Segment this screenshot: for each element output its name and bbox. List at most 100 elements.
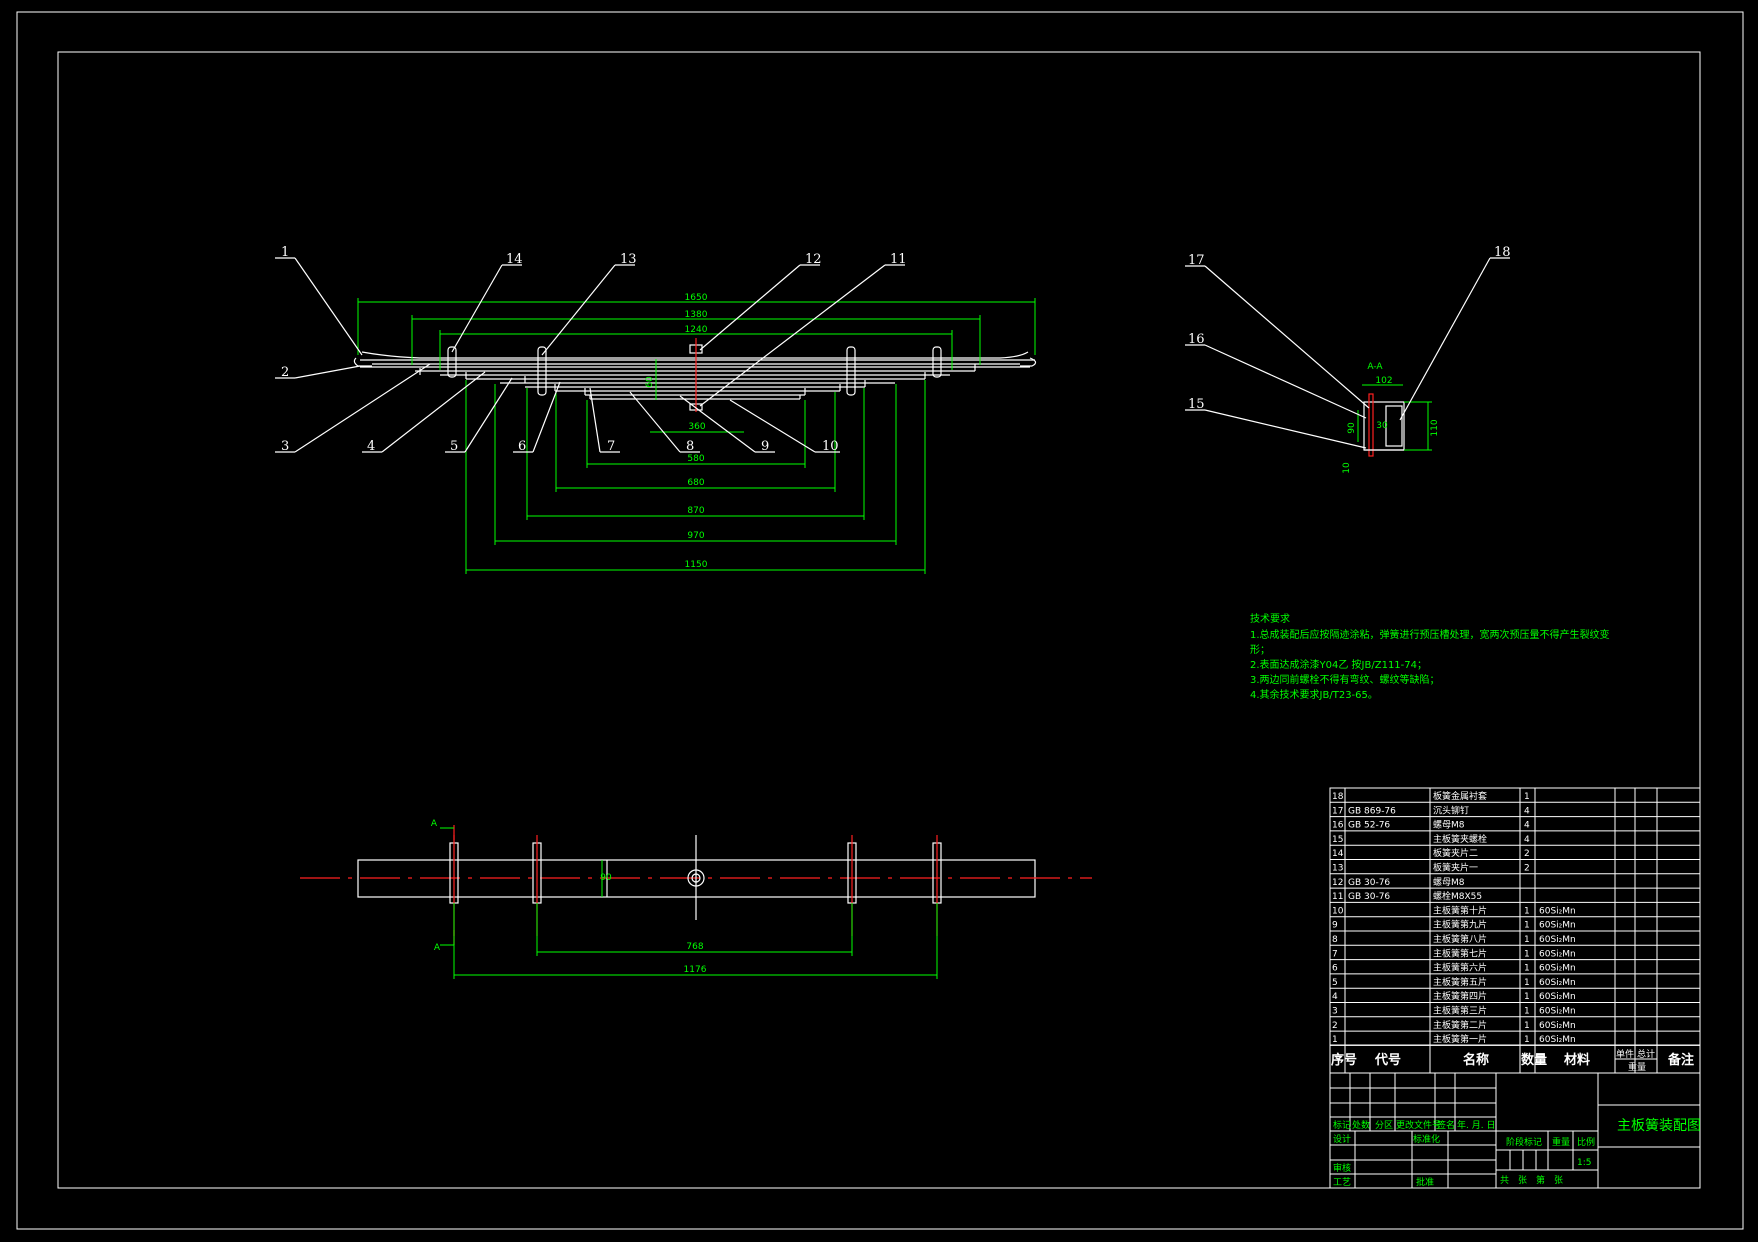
bom-cell-no: 13	[1332, 864, 1343, 874]
bom-cell-name: 主板簧第十片	[1433, 904, 1487, 916]
bom-cell-no: 2	[1332, 1021, 1338, 1031]
balloon-12: 12	[805, 252, 822, 267]
balloon-2: 2	[281, 365, 289, 380]
bom-cell-qty: 1	[1524, 921, 1530, 931]
bom-cell-material: 60Si₂Mn	[1539, 1021, 1576, 1031]
bom-cell-material: 60Si₂Mn	[1539, 992, 1576, 1002]
bom-cell-name: 板簧夹片一	[1433, 862, 1478, 874]
section-dim-90: 90	[1347, 422, 1357, 434]
note-line-4: 4.其余技术要求JB/T23-65。	[1250, 688, 1378, 701]
bom-cell-qty: 1	[1524, 1021, 1530, 1031]
bom-cell-name: 螺栓M8X55	[1433, 890, 1482, 902]
balloon-6: 6	[518, 439, 526, 454]
section-title: A-A	[1367, 362, 1383, 372]
bom-cell-no: 11	[1332, 892, 1343, 902]
note-line-1: 1.总成装配后应按隔迹涂粘，弹簧进行预压槽处理，宽两次预压量不得产生裂纹变	[1250, 628, 1610, 641]
bom-cell-qty: 4	[1524, 821, 1530, 831]
balloon-13: 13	[620, 252, 637, 267]
bom-cell-no: 3	[1332, 1007, 1338, 1017]
balloon-17: 17	[1188, 253, 1205, 268]
bom-head-name: 名称	[1463, 1052, 1489, 1068]
bom-cell-qty: 1	[1524, 935, 1530, 945]
drawing-sheet: 1650 1380 1240 60 360 580 680 870 970 11…	[0, 0, 1758, 1242]
tb-sheet-count: 共 张 第 张	[1500, 1174, 1563, 1186]
tb-label-change: 更改文件号	[1396, 1119, 1441, 1131]
bom-cell-qty: 1	[1524, 992, 1530, 1002]
tb-label-sign: 签名	[1437, 1119, 1455, 1131]
bom-cell-no: 15	[1332, 835, 1343, 845]
bom-cell-name: 主板簧第五片	[1433, 976, 1487, 988]
bom-cell-name: 主板簧第六片	[1433, 962, 1487, 974]
dim-1650: 1650	[685, 293, 708, 303]
dim-580: 580	[687, 454, 704, 464]
balloon-4: 4	[367, 439, 375, 454]
bom-cell-no: 16	[1332, 821, 1344, 831]
note-line-2: 2.表面达成涂漆Y04乙 按JB/Z111-74；	[1250, 658, 1427, 671]
bom-cell-name: 板簧夹片二	[1433, 847, 1478, 859]
balloon-3: 3	[281, 439, 289, 454]
bom-cell-no: 8	[1332, 935, 1338, 945]
bom-cell-material: 60Si₂Mn	[1539, 921, 1576, 931]
bom-cell-no: 4	[1332, 992, 1338, 1002]
bom-cell-name: 螺母M8	[1433, 877, 1465, 888]
tb-process: 工艺	[1333, 1177, 1351, 1188]
dim-870: 870	[687, 506, 704, 516]
plan-dim-1176: 1176	[684, 965, 707, 975]
balloon-1: 1	[281, 245, 289, 260]
bom-head-code: 代号	[1374, 1052, 1401, 1068]
bom-cell-material: 60Si₂Mn	[1539, 978, 1576, 988]
section-dim-30: 30	[1376, 421, 1388, 431]
section-mark-top: A	[431, 819, 438, 829]
dim-970: 970	[687, 531, 704, 541]
balloon-18: 18	[1494, 245, 1511, 260]
tb-label-count: 处数	[1352, 1119, 1370, 1131]
balloon-16: 16	[1188, 332, 1205, 347]
plan-dim-768: 768	[686, 942, 703, 952]
bom-head-total: 总计	[1637, 1048, 1655, 1060]
bom-cell-no: 6	[1332, 964, 1338, 974]
bom-cell-no: 17	[1332, 806, 1343, 816]
bom-cell-qty: 2	[1524, 849, 1530, 859]
section-dim-10: 10	[1342, 462, 1352, 474]
balloon-15: 15	[1188, 397, 1205, 412]
bom-cell-qty: 1	[1524, 949, 1530, 959]
bom-cell-qty: 1	[1524, 978, 1530, 988]
tb-mass: 重量	[1552, 1136, 1570, 1148]
bom-cell-no: 18	[1332, 792, 1344, 802]
bom-head-unit: 单件	[1616, 1048, 1634, 1060]
balloon-14: 14	[506, 252, 523, 267]
drawing-title: 主板簧装配图	[1617, 1118, 1701, 1134]
dim-1380: 1380	[685, 310, 708, 320]
tb-scale-label: 比例	[1577, 1136, 1595, 1148]
bom-head-no: 序号	[1331, 1052, 1357, 1068]
bom-cell-name: 主板簧第三片	[1433, 1005, 1487, 1017]
bom-cell-name: 主板簧第二片	[1433, 1019, 1487, 1031]
balloon-8: 8	[686, 439, 694, 454]
tb-approve: 批准	[1416, 1176, 1434, 1188]
bom-head-weight: 重量	[1628, 1061, 1646, 1073]
bom-cell-name: 主板簧第八片	[1433, 933, 1487, 945]
bom-cell-material: 60Si₂Mn	[1539, 964, 1576, 974]
bom-cell-name: 主板簧第四片	[1433, 990, 1487, 1002]
bom-cell-qty: 4	[1524, 835, 1530, 845]
balloon-11: 11	[890, 252, 907, 267]
bom-cell-name: 主板簧第一片	[1433, 1033, 1487, 1045]
bom-cell-name: 螺母M8	[1433, 820, 1465, 831]
note-line-3: 3.两边同前螺栓不得有弯纹、螺纹等缺陷；	[1250, 673, 1440, 686]
bom-head-material: 材料	[1564, 1052, 1590, 1068]
bom-cell-no: 7	[1332, 949, 1338, 959]
bom-cell-name: 沉头铆钉	[1433, 804, 1469, 816]
section-dim-110: 110	[1430, 419, 1440, 436]
dim-60: 60	[645, 376, 655, 388]
bom-cell-qty: 2	[1524, 864, 1530, 874]
bom-cell-no: 5	[1332, 978, 1338, 988]
bom-cell-material: 60Si₂Mn	[1539, 1035, 1576, 1045]
bom-cell-qty: 1	[1524, 792, 1530, 802]
bom-cell-no: 12	[1332, 878, 1343, 888]
bom-cell-qty: 1	[1524, 964, 1530, 974]
bom-cell-qty: 1	[1524, 1035, 1530, 1045]
dim-360: 360	[688, 422, 705, 432]
bom-cell-no: 1	[1332, 1035, 1338, 1045]
note-line-1b: 形；	[1250, 644, 1270, 656]
bom-cell-material: 60Si₂Mn	[1539, 906, 1576, 916]
